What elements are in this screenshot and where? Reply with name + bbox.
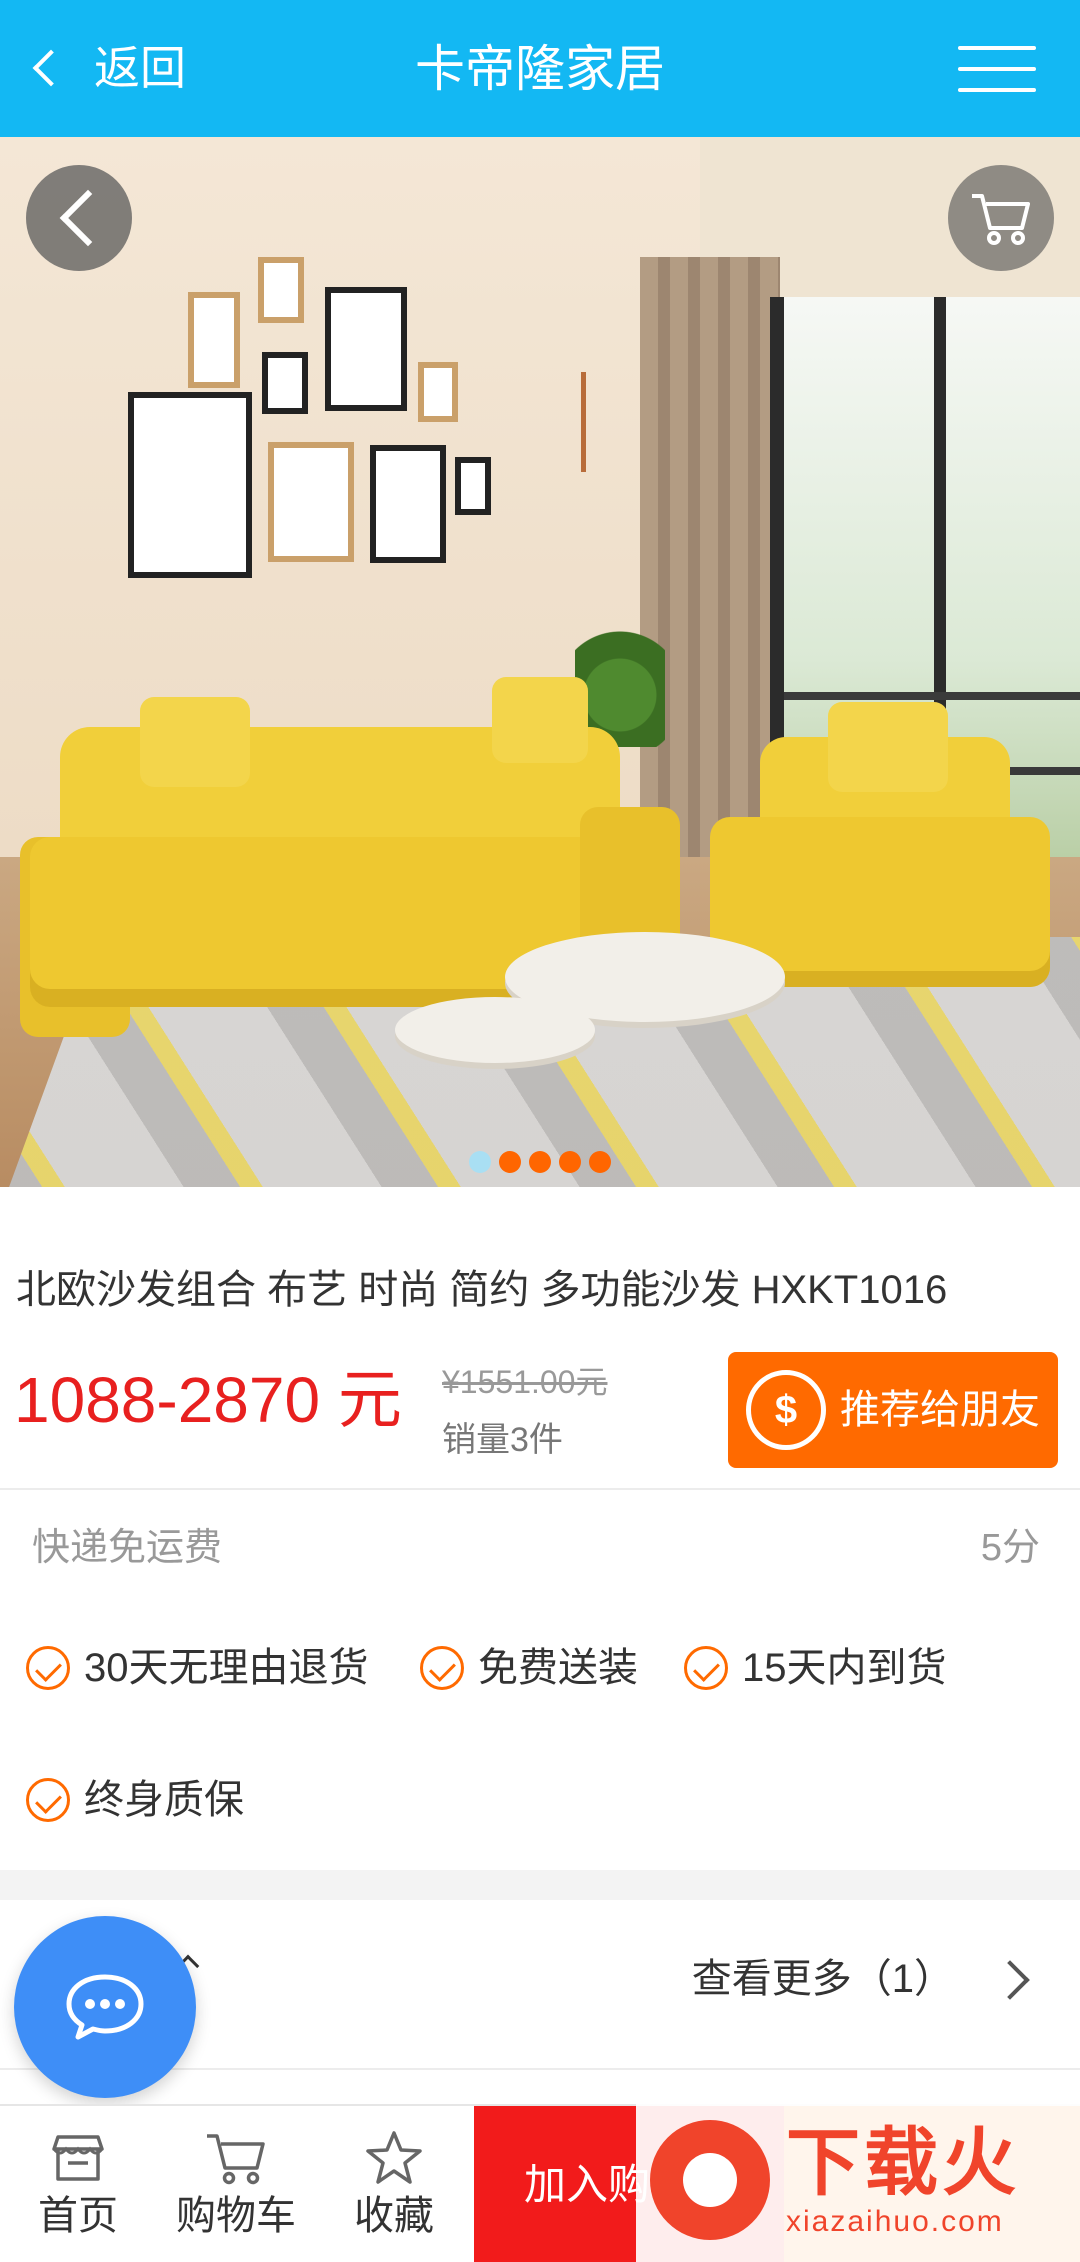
divider: [0, 1488, 1080, 1490]
service-badge-label: 免费送装: [478, 1646, 638, 1690]
tab-label: 首页: [38, 2194, 118, 2238]
tab-favorites[interactable]: 收藏: [316, 2106, 472, 2262]
tab-label: 收藏: [354, 2194, 434, 2238]
rating-score: 5分: [980, 1527, 1040, 1569]
dollar-coin-icon: $: [746, 1370, 826, 1450]
original-price: ¥1551.00元: [442, 1364, 608, 1400]
service-badge: 15天内到货: [684, 1640, 947, 1696]
shipping-info: 快递免运费: [32, 1527, 223, 1569]
watermark-text: 下载火 xiazaihuo.com: [786, 2121, 1020, 2239]
section-gap: [0, 1870, 1080, 1900]
service-badge-label: 30天无理由退货: [84, 1646, 369, 1690]
product-title: 北欧沙发组合 布艺 时尚 简约 多功能沙发 HXKT1016: [16, 1268, 948, 1312]
carousel-dot[interactable]: [529, 1151, 551, 1173]
chat-button[interactable]: [14, 1916, 196, 2098]
scene-curtain: [640, 257, 780, 897]
service-badge: 终身质保: [26, 1772, 244, 1828]
menu-icon-line: [958, 67, 1036, 71]
cart-icon: [972, 194, 1030, 245]
scene-picture-frame: [188, 292, 240, 388]
tab-home[interactable]: 首页: [0, 2106, 156, 2262]
scene-picture-frame: [262, 352, 308, 414]
check-circle-icon: [26, 1778, 70, 1822]
chat-bubble-icon: [66, 1974, 144, 2040]
watermark-subtitle: xiazaihuo.com: [786, 2205, 1004, 2238]
scene-picture-frame: [325, 287, 407, 411]
watermark: 下载火 xiazaihuo.com: [636, 2098, 1080, 2262]
watermark-title: 下载火: [786, 2121, 1020, 2204]
chevron-right-icon: [990, 1960, 1030, 2000]
store-icon: [50, 2128, 106, 2188]
scene-side-table: [395, 997, 595, 1063]
check-circle-icon: [26, 1646, 70, 1690]
scene-picture-frame: [418, 362, 458, 422]
scene-picture-frame: [455, 457, 491, 515]
menu-icon-line: [958, 88, 1036, 92]
star-icon: [365, 2128, 423, 2188]
scene-picture-frame: [268, 442, 354, 562]
watermark-logo-icon: [650, 2120, 770, 2240]
service-badge-label: 15天内到货: [742, 1646, 947, 1690]
carousel-dot[interactable]: [469, 1151, 491, 1173]
service-badge-label: 终身质保: [84, 1778, 244, 1822]
chevron-left-icon: [59, 189, 117, 247]
image-back-button[interactable]: [26, 165, 132, 271]
scene-lamp: [560, 372, 586, 472]
scene-pillow: [492, 677, 588, 763]
price-range: 1088-2870 元: [14, 1364, 402, 1436]
check-circle-icon: [684, 1646, 728, 1690]
sales-count: 销量3件: [442, 1421, 563, 1459]
cart-icon: [205, 2128, 267, 2188]
service-badge: 免费送装: [420, 1640, 638, 1696]
scene-picture-frame: [370, 445, 446, 563]
scene-picture-frame: [258, 257, 304, 323]
scene-pillow: [140, 697, 250, 787]
tab-label: 购物车: [176, 2194, 296, 2238]
scene-pillow: [828, 702, 948, 792]
scene-picture-frame: [128, 392, 252, 578]
menu-button[interactable]: [958, 46, 1036, 92]
carousel-dot[interactable]: [589, 1151, 611, 1173]
image-cart-button[interactable]: [948, 165, 1054, 271]
check-circle-icon: [420, 1646, 464, 1690]
service-badge: 30天无理由退货: [26, 1640, 369, 1696]
recommend-label: 推荐给朋友: [840, 1388, 1040, 1432]
view-more-link[interactable]: 查看更多（1）: [692, 1950, 954, 2008]
carousel-dot[interactable]: [499, 1151, 521, 1173]
carousel-indicators: [0, 1151, 1080, 1173]
top-nav-bar: 返回 卡帝隆家居: [0, 0, 1080, 137]
scene-window-rail: [784, 692, 1080, 700]
product-image-carousel[interactable]: [0, 137, 1080, 1187]
recommend-to-friend-button[interactable]: $ 推荐给朋友: [728, 1352, 1058, 1468]
tab-cart[interactable]: 购物车: [158, 2106, 314, 2262]
page-title: 卡帝隆家居: [415, 41, 665, 97]
carousel-dot[interactable]: [559, 1151, 581, 1173]
menu-icon: [958, 46, 1036, 50]
